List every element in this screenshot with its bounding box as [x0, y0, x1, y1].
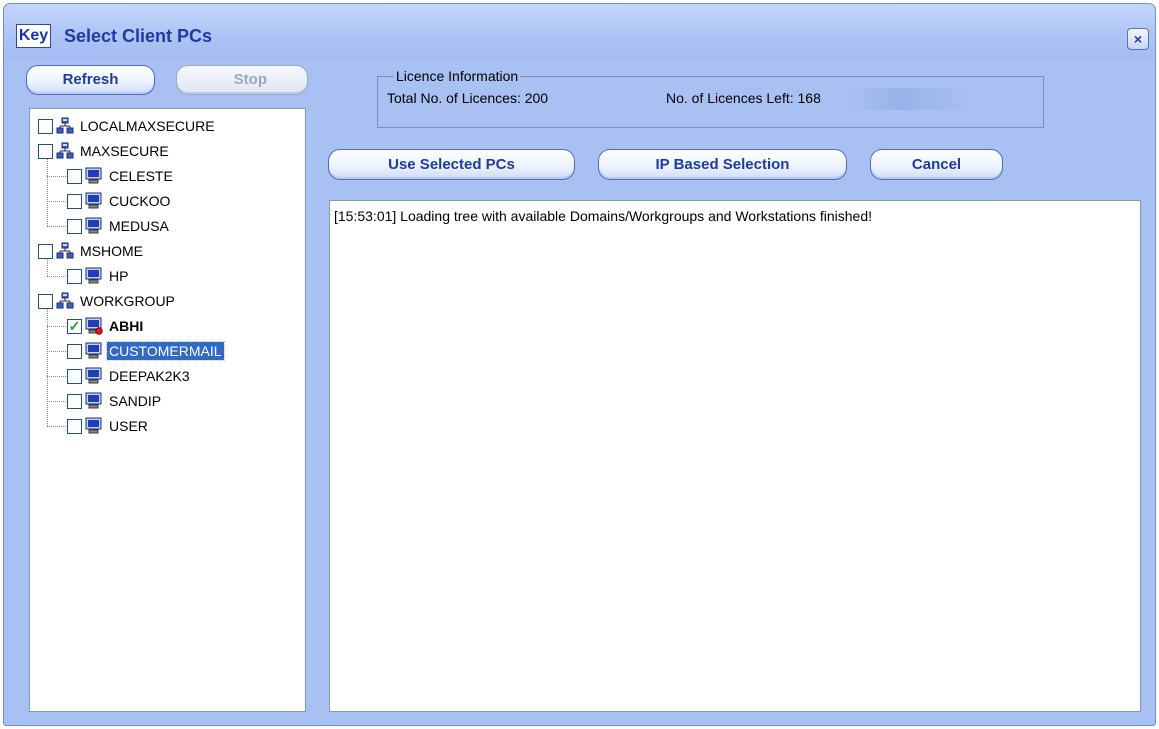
tree-item-label[interactable]: SANDIP: [107, 392, 163, 410]
close-button[interactable]: ×: [1127, 28, 1149, 50]
tree-item-label[interactable]: HP: [107, 267, 130, 285]
tree-computer-abhi[interactable]: ✓ ABHI: [67, 315, 145, 337]
computer-icon: [85, 342, 103, 360]
tree-workgroup-mshome[interactable]: MSHOME: [38, 240, 145, 262]
tree-item-label[interactable]: USER: [107, 417, 150, 435]
refresh-button[interactable]: Refresh: [26, 65, 155, 95]
tree-item-label[interactable]: CUCKOO: [107, 192, 172, 210]
tree-connector: [47, 376, 66, 377]
network-tree[interactable]: LOCALMAXSECURE MAXSECURE CELESTE CUCKOO MEDU…: [29, 108, 306, 712]
computer-icon: [85, 267, 103, 285]
tree-workgroup-localmaxsecure[interactable]: LOCALMAXSECURE: [38, 115, 217, 137]
tree-connector: [47, 276, 66, 277]
stop-button[interactable]: Stop: [176, 65, 308, 95]
licences-left-text: No. of Licences Left: 168: [666, 90, 821, 106]
tree-checkbox[interactable]: [38, 143, 53, 159]
ip-based-selection-button[interactable]: IP Based Selection: [598, 149, 847, 180]
tree-connector: [47, 309, 48, 426]
tree-computer-cuckoo[interactable]: CUCKOO: [67, 190, 172, 212]
tree-computer-hp[interactable]: HP: [67, 265, 130, 287]
tree-workgroup-maxsecure[interactable]: MAXSECURE: [38, 140, 171, 162]
tree-connector: [47, 426, 66, 427]
tree-checkbox[interactable]: ✓: [67, 318, 82, 334]
tree-item-label[interactable]: MSHOME: [78, 242, 145, 260]
computer-icon: [85, 217, 103, 235]
tree-connector: [47, 326, 66, 327]
tree-computer-user[interactable]: USER: [67, 415, 150, 437]
licence-progress-blur: [850, 88, 970, 110]
tree-checkbox[interactable]: [67, 168, 82, 184]
select-client-pcs-dialog: Key Select Client PCs × Refresh Stop LOC…: [3, 3, 1156, 726]
tree-item-label[interactable]: CELESTE: [107, 167, 175, 185]
computer-icon: [85, 167, 103, 185]
workgroup-icon: [56, 242, 74, 260]
tree-item-label[interactable]: CUSTOMERMAIL: [106, 341, 225, 361]
tree-checkbox[interactable]: [67, 368, 82, 384]
workgroup-icon: [56, 142, 74, 160]
workgroup-icon: [56, 117, 74, 135]
tree-item-label[interactable]: WORKGROUP: [78, 292, 177, 310]
key-logo-icon: Key: [16, 24, 51, 48]
tree-computer-deepak2k3[interactable]: DEEPAK2K3: [67, 365, 192, 387]
tree-connector: [47, 259, 48, 276]
tree-checkbox[interactable]: [38, 293, 53, 309]
tree-connector: [47, 401, 66, 402]
tree-checkbox[interactable]: [67, 418, 82, 434]
title-bar: Key Select Client PCs ×: [4, 4, 1155, 60]
tree-item-label[interactable]: LOCALMAXSECURE: [78, 117, 217, 135]
tree-checkbox[interactable]: [67, 268, 82, 284]
computer-icon: [85, 192, 103, 210]
tree-checkbox[interactable]: [67, 218, 82, 234]
tree-connector: [47, 176, 66, 177]
tree-connector: [47, 201, 66, 202]
tree-checkbox[interactable]: [67, 193, 82, 209]
tree-computer-customermail[interactable]: CUSTOMERMAIL: [67, 340, 225, 362]
tree-item-label[interactable]: DEEPAK2K3: [107, 367, 192, 385]
tree-connector: [47, 351, 66, 352]
cancel-button[interactable]: Cancel: [870, 149, 1003, 180]
log-line: [15:53:01] Loading tree with available D…: [334, 208, 873, 224]
workgroup-icon: [56, 292, 74, 310]
licence-info-legend: Licence Information: [394, 67, 521, 85]
tree-connector: [47, 159, 48, 226]
log-output[interactable]: [15:53:01] Loading tree with available D…: [329, 200, 1141, 712]
tree-computer-celeste[interactable]: CELESTE: [67, 165, 175, 187]
computer-icon: [85, 367, 103, 385]
computer-icon: [85, 392, 103, 410]
tree-computer-sandip[interactable]: SANDIP: [67, 390, 163, 412]
computer-icon: [85, 317, 103, 335]
tree-connector: [47, 226, 66, 227]
total-licences-text: Total No. of Licences: 200: [387, 90, 549, 106]
tree-item-label[interactable]: MAXSECURE: [78, 142, 171, 160]
tree-checkbox[interactable]: [67, 343, 82, 359]
tree-item-label[interactable]: MEDUSA: [107, 217, 171, 235]
tree-workgroup-workgroup[interactable]: WORKGROUP: [38, 290, 177, 312]
use-selected-pcs-button[interactable]: Use Selected PCs: [328, 149, 575, 180]
tree-checkbox[interactable]: [38, 118, 53, 134]
computer-icon: [85, 417, 103, 435]
tree-computer-medusa[interactable]: MEDUSA: [67, 215, 171, 237]
window-title: Select Client PCs: [64, 26, 213, 46]
tree-checkbox[interactable]: [38, 243, 53, 259]
tree-item-label[interactable]: ABHI: [107, 317, 145, 335]
tree-checkbox[interactable]: [67, 393, 82, 409]
